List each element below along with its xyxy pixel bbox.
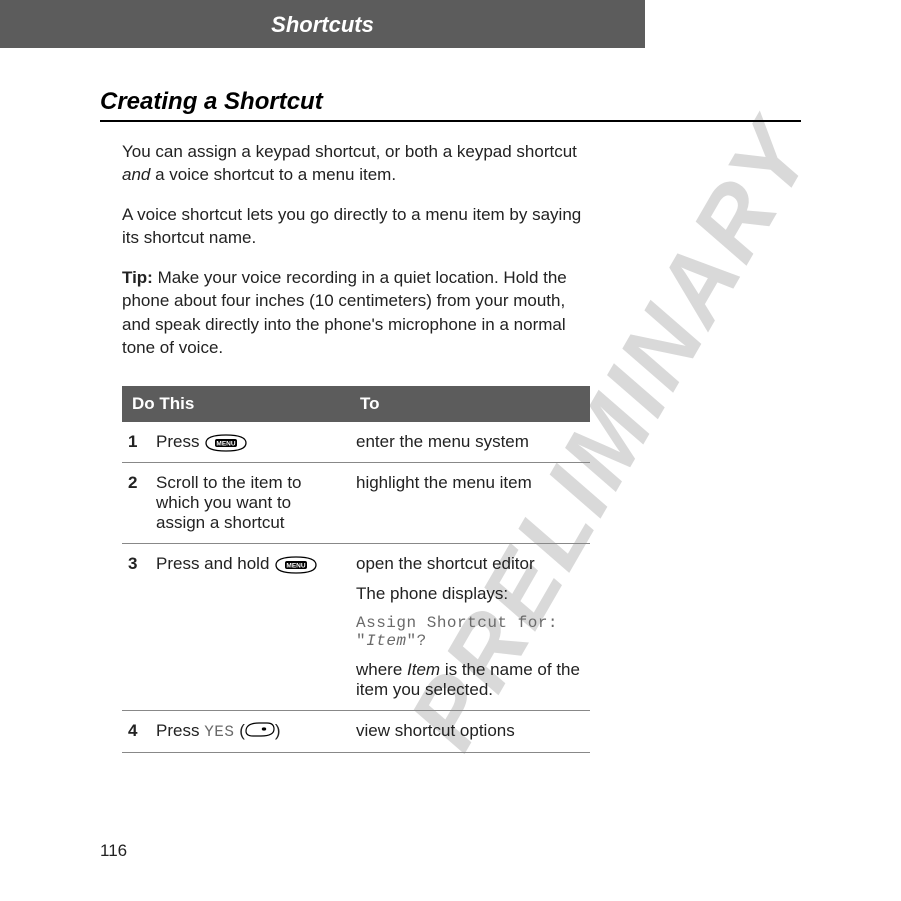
tip-label: Tip: <box>122 268 153 287</box>
table-row: 4 Press YES ( ) view shortcut options <box>122 711 590 753</box>
paragraph-3: Tip: Make your voice recording in a quie… <box>100 266 590 360</box>
step4-do-a: Press <box>156 721 204 740</box>
step-index: 4 <box>122 711 150 753</box>
step-to: highlight the menu item <box>350 463 590 544</box>
para1-part-b: a voice shortcut to a menu item. <box>150 165 396 184</box>
step-to: enter the menu system <box>350 422 590 463</box>
step3-to-b: The phone displays: <box>356 584 584 604</box>
table-head-to: To <box>350 386 590 422</box>
chapter-header: Shortcuts <box>0 0 645 48</box>
step-do: Press and hold MENU <box>150 544 350 711</box>
softkey-icon <box>245 721 275 742</box>
svg-text:MENU: MENU <box>217 440 236 447</box>
step1-do-text: Press <box>156 432 204 451</box>
step-index: 3 <box>122 544 150 711</box>
table-row: 2 Scroll to the item to which you want t… <box>122 463 590 544</box>
step-do: Scroll to the item to which you want to … <box>150 463 350 544</box>
table-row: 3 Press and hold MENU open the short <box>122 544 590 711</box>
svg-text:MENU: MENU <box>287 563 306 570</box>
para1-part-a: You can assign a keypad shortcut, or bot… <box>122 142 577 161</box>
step4-yes: YES <box>204 723 234 741</box>
step3-where-a: where <box>356 660 407 679</box>
step3-code-line1: Assign Shortcut for: <box>356 614 558 632</box>
paragraph-2: A voice shortcut lets you go directly to… <box>100 203 590 250</box>
page-number: 116 <box>100 841 127 861</box>
step-to: view shortcut options <box>350 711 590 753</box>
table-row: 1 Press MENU enter the menu system <box>122 422 590 463</box>
step3-where-item: Item <box>407 660 440 679</box>
step4-do-c: ) <box>275 721 281 740</box>
page-content: Creating a Shortcut You can assign a key… <box>0 48 901 753</box>
section-title: Creating a Shortcut <box>100 88 801 122</box>
step3-code: Assign Shortcut for: "Item"? <box>356 614 584 650</box>
tip-body: Make your voice recording in a quiet loc… <box>122 268 567 357</box>
paragraph-1: You can assign a keypad shortcut, or bot… <box>100 140 590 187</box>
step3-code-quote-a: " <box>356 632 366 650</box>
chapter-title: Shortcuts <box>271 12 374 37</box>
step3-to-a: open the shortcut editor <box>356 554 584 574</box>
step-do: Press YES ( ) <box>150 711 350 753</box>
step4-do-b: ( <box>235 721 245 740</box>
step-index: 1 <box>122 422 150 463</box>
steps-table: Do This To 1 Press MENU <box>100 386 590 754</box>
step3-to-d: where Item is the name of the item you s… <box>356 660 584 700</box>
step3-code-quote-b: "? <box>407 632 427 650</box>
step3-do-text: Press and hold <box>156 554 274 573</box>
para1-and: and <box>122 165 150 184</box>
table-head-do: Do This <box>122 386 350 422</box>
step-to: open the shortcut editor The phone displ… <box>350 544 590 711</box>
menu-key-icon: MENU <box>274 555 318 575</box>
step-index: 2 <box>122 463 150 544</box>
step-do: Press MENU <box>150 422 350 463</box>
step3-code-item: Item <box>366 632 406 650</box>
menu-key-icon: MENU <box>204 432 248 452</box>
